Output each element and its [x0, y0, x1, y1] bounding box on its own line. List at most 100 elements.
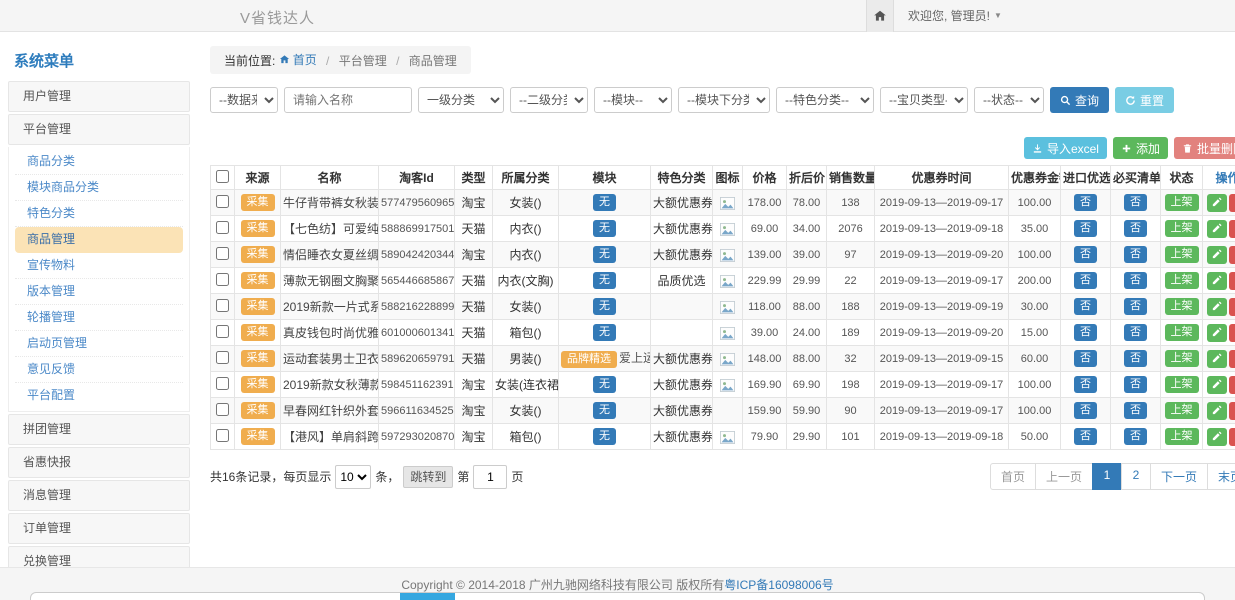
sidebar-item-feedback[interactable]: 意见反馈 [15, 357, 183, 383]
must-buy-toggle[interactable]: 否 [1124, 428, 1147, 445]
sidebar-item-carousel-mgmt[interactable]: 轮播管理 [15, 305, 183, 331]
delete-button[interactable] [1229, 246, 1235, 264]
import-select-toggle[interactable]: 否 [1074, 402, 1097, 419]
bulk-delete-button[interactable]: 批量删除 [1174, 137, 1235, 159]
row-checkbox[interactable] [216, 429, 229, 442]
filter-item-type[interactable]: --宝贝类型-- [880, 87, 968, 113]
row-checkbox[interactable] [216, 195, 229, 208]
search-button[interactable]: 查询 [1050, 87, 1109, 113]
reset-button[interactable]: 重置 [1115, 87, 1174, 113]
sidebar-item-module-product-category[interactable]: 模块商品分类 [15, 175, 183, 201]
edit-button[interactable] [1207, 272, 1227, 290]
row-checkbox[interactable] [216, 247, 229, 260]
status-badge[interactable]: 上架 [1165, 376, 1199, 393]
sidebar-item-user-mgmt[interactable]: 用户管理 [8, 81, 190, 112]
sidebar-item-product-mgmt[interactable]: 商品管理 [15, 227, 183, 253]
row-checkbox[interactable] [216, 377, 229, 390]
user-menu[interactable]: 欢迎您, 管理员! ▼ [894, 7, 1002, 24]
delete-button[interactable] [1229, 376, 1235, 394]
sidebar-item-group-buy-mgmt[interactable]: 拼团管理 [8, 414, 190, 445]
icp-link[interactable]: 粤ICP备16098006号 [724, 576, 833, 593]
sidebar-item-promo-material[interactable]: 宣传物料 [15, 253, 183, 279]
must-buy-toggle[interactable]: 否 [1124, 402, 1147, 419]
delete-button[interactable] [1229, 324, 1235, 342]
import-select-toggle[interactable]: 否 [1074, 298, 1097, 315]
filter-module-subcategory[interactable]: --模块下分类-- [678, 87, 770, 113]
status-badge[interactable]: 上架 [1165, 428, 1199, 445]
filter-status[interactable]: --状态-- [974, 87, 1044, 113]
sidebar-item-splash-mgmt[interactable]: 启动页管理 [15, 331, 183, 357]
page-first-button[interactable]: 首页 [990, 463, 1036, 490]
import-excel-button[interactable]: 导入excel [1024, 137, 1107, 159]
sidebar-item-feature-category[interactable]: 特色分类 [15, 201, 183, 227]
page-next-button[interactable]: 下一页 [1150, 463, 1208, 490]
sidebar-item-version-mgmt[interactable]: 版本管理 [15, 279, 183, 305]
import-select-toggle[interactable]: 否 [1074, 350, 1097, 367]
delete-button[interactable] [1229, 428, 1235, 446]
filter-name-input[interactable] [284, 87, 412, 113]
page-size-select[interactable]: 10 [335, 465, 371, 489]
breadcrumb-home-link[interactable]: 首页 [279, 51, 317, 68]
sidebar-item-platform-config[interactable]: 平台配置 [15, 383, 183, 409]
filter-feature-category[interactable]: --特色分类-- [776, 87, 874, 113]
page-prev-button[interactable]: 上一页 [1035, 463, 1093, 490]
must-buy-toggle[interactable]: 否 [1124, 220, 1147, 237]
import-select-toggle[interactable]: 否 [1074, 220, 1097, 237]
edit-button[interactable] [1207, 324, 1227, 342]
status-badge[interactable]: 上架 [1165, 246, 1199, 263]
filter-level2-category[interactable]: --二级分类-- [510, 87, 588, 113]
status-badge[interactable]: 上架 [1165, 220, 1199, 237]
import-select-toggle[interactable]: 否 [1074, 246, 1097, 263]
delete-button[interactable] [1229, 402, 1235, 420]
sidebar-item-message-mgmt[interactable]: 消息管理 [8, 480, 190, 511]
import-select-toggle[interactable]: 否 [1074, 194, 1097, 211]
filter-level1-category[interactable]: 一级分类 [418, 87, 504, 113]
edit-button[interactable] [1207, 220, 1227, 238]
status-badge[interactable]: 上架 [1165, 350, 1199, 367]
status-badge[interactable]: 上架 [1165, 194, 1199, 211]
import-select-toggle[interactable]: 否 [1074, 324, 1097, 341]
row-checkbox[interactable] [216, 403, 229, 416]
must-buy-toggle[interactable]: 否 [1124, 376, 1147, 393]
sidebar-item-order-mgmt[interactable]: 订单管理 [8, 513, 190, 544]
status-badge[interactable]: 上架 [1165, 402, 1199, 419]
must-buy-toggle[interactable]: 否 [1124, 324, 1147, 341]
jump-button[interactable]: 跳转到 [403, 466, 453, 488]
page-1-button[interactable]: 1 [1092, 463, 1122, 490]
sidebar-item-savings-express[interactable]: 省惠快报 [8, 447, 190, 478]
edit-button[interactable] [1207, 402, 1227, 420]
must-buy-toggle[interactable]: 否 [1124, 272, 1147, 289]
import-select-toggle[interactable]: 否 [1074, 272, 1097, 289]
edit-button[interactable] [1207, 350, 1227, 368]
page-number-input[interactable] [473, 465, 507, 489]
filter-data-source[interactable]: --数据来源-- [210, 87, 278, 113]
row-checkbox[interactable] [216, 221, 229, 234]
status-badge[interactable]: 上架 [1165, 272, 1199, 289]
must-buy-toggle[interactable]: 否 [1124, 298, 1147, 315]
must-buy-toggle[interactable]: 否 [1124, 246, 1147, 263]
edit-button[interactable] [1207, 194, 1227, 212]
must-buy-toggle[interactable]: 否 [1124, 350, 1147, 367]
edit-button[interactable] [1207, 298, 1227, 316]
sidebar-item-platform-mgmt[interactable]: 平台管理 [8, 114, 190, 145]
row-checkbox[interactable] [216, 351, 229, 364]
add-button[interactable]: 添加 [1113, 137, 1168, 159]
row-checkbox[interactable] [216, 325, 229, 338]
delete-button[interactable] [1229, 350, 1235, 368]
delete-button[interactable] [1229, 298, 1235, 316]
row-checkbox[interactable] [216, 299, 229, 312]
page-last-button[interactable]: 末页 [1207, 463, 1235, 490]
delete-button[interactable] [1229, 220, 1235, 238]
import-select-toggle[interactable]: 否 [1074, 428, 1097, 445]
status-badge[interactable]: 上架 [1165, 324, 1199, 341]
must-buy-toggle[interactable]: 否 [1124, 194, 1147, 211]
page-2-button[interactable]: 2 [1121, 463, 1151, 490]
edit-button[interactable] [1207, 428, 1227, 446]
select-all-checkbox[interactable] [216, 170, 229, 183]
edit-button[interactable] [1207, 376, 1227, 394]
edit-button[interactable] [1207, 246, 1227, 264]
row-checkbox[interactable] [216, 273, 229, 286]
delete-button[interactable] [1229, 272, 1235, 290]
delete-button[interactable] [1229, 194, 1235, 212]
filter-module[interactable]: --模块-- [594, 87, 672, 113]
